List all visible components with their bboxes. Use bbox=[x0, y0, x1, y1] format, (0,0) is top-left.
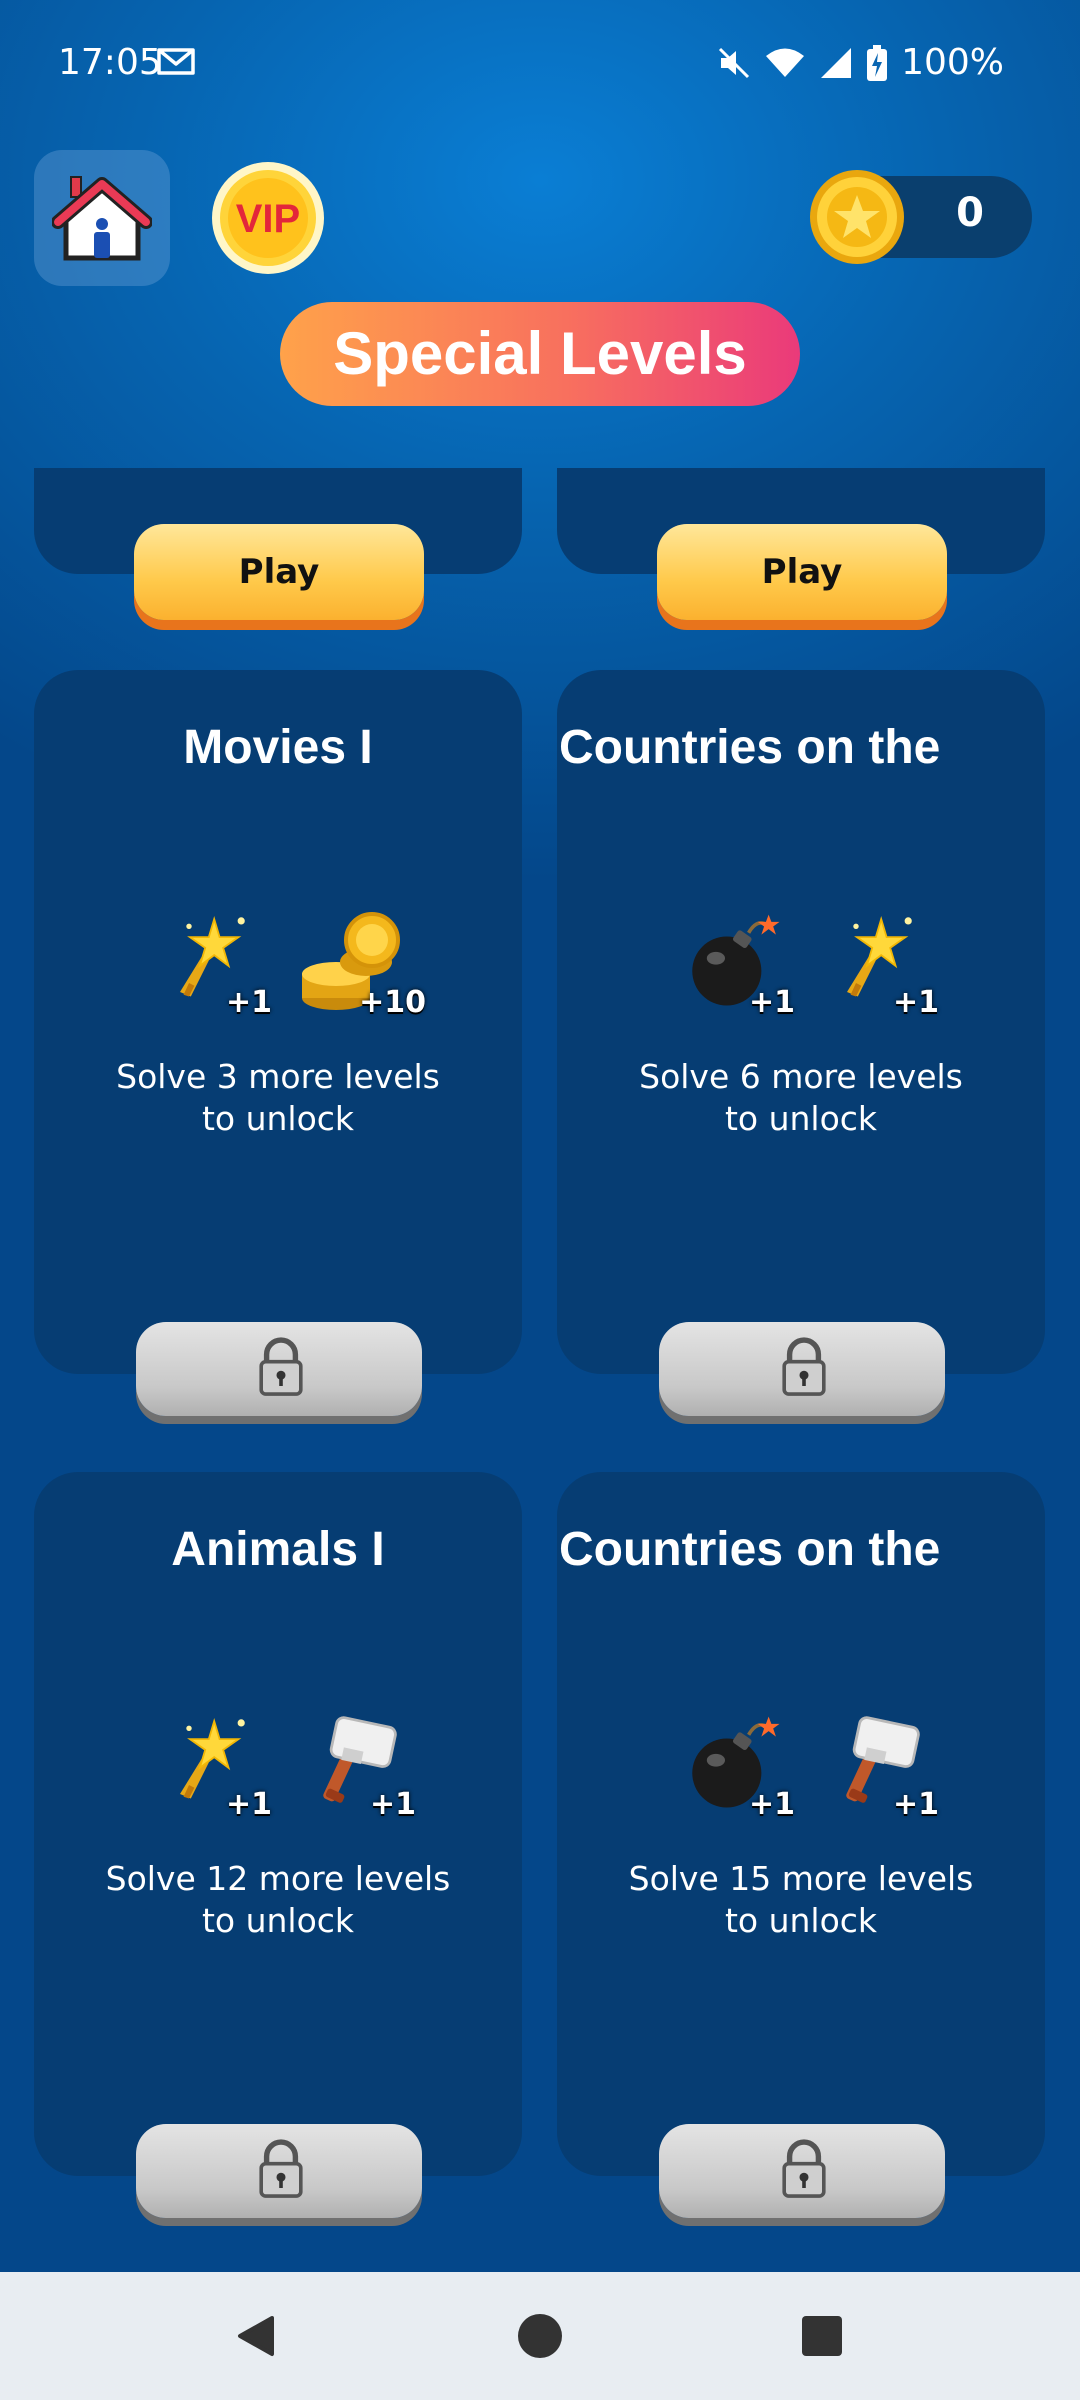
mute-icon bbox=[719, 47, 750, 78]
gmail-icon bbox=[157, 48, 195, 75]
rewards: +1 +10 bbox=[34, 906, 522, 1026]
reward-item: +1 bbox=[685, 1708, 795, 1828]
lock-icon bbox=[777, 1336, 831, 1400]
lock-icon bbox=[254, 1336, 308, 1400]
level-card[interactable]: Countries on the +1 +1 Solve 6 more leve… bbox=[557, 670, 1045, 1374]
status-time: 17:05 bbox=[58, 42, 162, 83]
reward-item: +1 bbox=[162, 1708, 272, 1828]
reward-amount: +10 bbox=[359, 985, 426, 1020]
card-title: Animals I bbox=[171, 1523, 385, 1576]
play-button[interactable]: Play bbox=[134, 524, 424, 620]
locked-button[interactable] bbox=[659, 1322, 945, 1416]
wifi-icon bbox=[766, 48, 805, 77]
unlock-text-line2: to unlock bbox=[724, 1099, 878, 1138]
reward-amount: +1 bbox=[892, 985, 939, 1020]
card-title: Countries on the bbox=[559, 1523, 941, 1576]
coin-count: 0 bbox=[956, 190, 984, 236]
reward-amount: +1 bbox=[369, 1787, 416, 1822]
reward-item: +1 bbox=[685, 906, 795, 1026]
unlock-text-line2: to unlock bbox=[201, 1901, 355, 1940]
signal-icon bbox=[821, 47, 852, 78]
card-title: Countries on the bbox=[559, 721, 941, 774]
locked-button[interactable] bbox=[136, 2124, 422, 2218]
unlock-text: Solve 6 more levels to unlock bbox=[557, 1056, 1045, 1140]
locked-button[interactable] bbox=[659, 2124, 945, 2218]
home-button[interactable] bbox=[34, 150, 170, 286]
reward-item: +1 bbox=[829, 1708, 939, 1828]
battery-charging-icon bbox=[867, 44, 888, 81]
reward-amount: +1 bbox=[225, 985, 272, 1020]
reward-amount: +1 bbox=[892, 1787, 939, 1822]
unlock-text-line1: Solve 3 more levels bbox=[116, 1057, 440, 1096]
lock-icon bbox=[254, 2138, 308, 2202]
page-title: Special Levels bbox=[280, 302, 800, 406]
rewards: +1 +1 bbox=[557, 906, 1045, 1026]
reward-amount: +1 bbox=[748, 985, 795, 1020]
unlock-text: Solve 15 more levels to unlock bbox=[557, 1858, 1045, 1942]
unlock-text: Solve 12 more levels to unlock bbox=[34, 1858, 522, 1942]
reward-item: +1 bbox=[306, 1708, 416, 1828]
back-icon[interactable] bbox=[232, 2312, 280, 2360]
rewards: +1 +1 bbox=[557, 1708, 1045, 1828]
rewards: +1 +1 bbox=[34, 1708, 522, 1828]
reward-amount: +1 bbox=[225, 1787, 272, 1822]
level-card[interactable]: Animals I +1 +1 Solve 12 more levels to … bbox=[34, 1472, 522, 2176]
vip-badge[interactable]: VIP bbox=[210, 160, 326, 276]
status-bar: 17:05 100% bbox=[0, 0, 1080, 130]
home-nav-icon[interactable] bbox=[516, 2312, 564, 2360]
vip-label: VIP bbox=[236, 197, 300, 241]
reward-amount: +1 bbox=[748, 1787, 795, 1822]
play-button[interactable]: Play bbox=[657, 524, 947, 620]
unlock-text-line1: Solve 15 more levels bbox=[628, 1859, 974, 1898]
system-nav-bar bbox=[0, 2272, 1080, 2400]
house-icon bbox=[52, 176, 152, 261]
level-card[interactable]: Countries on the +1 +1 Solve 15 more lev… bbox=[557, 1472, 1045, 2176]
unlock-text-line2: to unlock bbox=[201, 1099, 355, 1138]
battery-percent: 100% bbox=[901, 42, 1004, 83]
level-card[interactable]: Movies I +1 +10 Solve 3 more levels to u… bbox=[34, 670, 522, 1374]
recents-icon[interactable] bbox=[800, 2314, 844, 2358]
status-right: 100% bbox=[717, 42, 1004, 83]
lock-icon bbox=[777, 2138, 831, 2202]
reward-item: +1 bbox=[829, 906, 939, 1026]
unlock-text-line2: to unlock bbox=[724, 1901, 878, 1940]
reward-item: +10 bbox=[296, 906, 426, 1026]
locked-button[interactable] bbox=[136, 1322, 422, 1416]
unlock-text-line1: Solve 6 more levels bbox=[639, 1057, 963, 1096]
coin-icon bbox=[810, 170, 904, 264]
card-title: Movies I bbox=[183, 721, 373, 774]
reward-item: +1 bbox=[162, 906, 272, 1026]
unlock-text-line1: Solve 12 more levels bbox=[105, 1859, 451, 1898]
unlock-text: Solve 3 more levels to unlock bbox=[34, 1056, 522, 1140]
